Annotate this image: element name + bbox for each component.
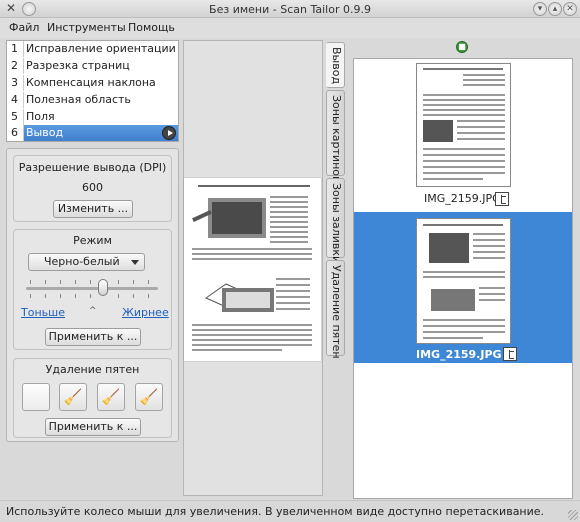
slider-tick	[118, 280, 119, 284]
stage-item-orientation[interactable]: 1 Исправление ориентации	[7, 41, 178, 57]
thumbnail-filename: IMG_2159.JPG	[424, 192, 501, 205]
broom-small-icon[interactable]: 🧹	[59, 383, 87, 411]
slider-tick	[45, 294, 46, 298]
tab-fill-zones[interactable]: Зоны заливки	[326, 178, 345, 263]
mode-title: Режим	[73, 234, 112, 247]
menu-tools[interactable]: Инструменты	[47, 21, 126, 34]
thumbnail-page	[423, 68, 505, 180]
slider-tick	[90, 280, 91, 284]
menu-help[interactable]: Помощь	[128, 21, 175, 34]
slider-tick	[148, 294, 149, 298]
page-layout-icon	[495, 192, 509, 206]
title-bar: ✕ Без имени - Scan Tailor 0.9.9 ▾ ▴ ✕	[0, 0, 580, 18]
slider-tick	[30, 280, 31, 284]
thumbnail-image-selected[interactable]	[416, 218, 511, 344]
broom-medium-icon[interactable]: 🧹	[97, 383, 125, 411]
dpi-value: 600	[82, 181, 103, 194]
scanned-page-image	[192, 185, 312, 351]
slider-tick	[75, 280, 76, 284]
stage-item-content-area[interactable]: 4 Полезная область	[7, 92, 178, 108]
play-icon[interactable]	[162, 126, 176, 140]
thumbnail-filename-selected: IMG_2159.JPG	[416, 348, 502, 361]
mode-select[interactable]: Черно-белый	[28, 253, 145, 271]
tab-despeckling[interactable]: Удаление пятен	[326, 260, 345, 359]
despeckle-apply-button[interactable]: Применить к ...	[45, 418, 141, 436]
slider-tick	[30, 294, 31, 298]
dpi-title: Разрешение вывода (DPI)	[18, 161, 167, 174]
stage-item-output[interactable]: 6 Вывод	[7, 125, 178, 141]
dpi-group: Разрешение вывода (DPI) 600 Изменить ...	[13, 155, 172, 222]
broom-large-icon[interactable]: 🧹	[135, 383, 163, 411]
status-bar: Используйте колесо мыши для увеличения. …	[0, 500, 580, 522]
tab-picture-zones[interactable]: Зоны картинок	[326, 90, 345, 183]
menu-bar: Файл Инструменты Помощь	[0, 18, 580, 38]
thinner-link[interactable]: Тоньше	[21, 306, 65, 319]
slider-tick	[133, 294, 134, 298]
stage-list: 1 Исправление ориентации 2 Разрезка стра…	[6, 40, 179, 142]
stop-processing-icon[interactable]: ■	[456, 41, 468, 53]
stage-item-split-pages[interactable]: 2 Разрезка страниц	[7, 58, 178, 74]
thumbnail-image[interactable]	[416, 63, 511, 187]
mode-apply-button[interactable]: Применить к ...	[45, 328, 141, 346]
page-layout-icon	[503, 347, 517, 361]
status-text: Используйте колесо мыши для увеличения. …	[6, 505, 545, 518]
stage-item-deskew[interactable]: 3 Компенсация наклона	[7, 75, 178, 91]
thumbnail-page-selected	[423, 224, 505, 339]
menu-file[interactable]: Файл	[9, 21, 39, 34]
slider-tick	[133, 280, 134, 284]
slider-tick	[45, 280, 46, 284]
window-title: Без имени - Scan Tailor 0.9.9	[209, 3, 371, 16]
stage-item-margins[interactable]: 5 Поля	[7, 109, 178, 125]
slider-tick	[60, 294, 61, 298]
close-icon[interactable]: ✕	[563, 2, 577, 16]
chevron-down-icon	[131, 260, 139, 265]
slider-tick	[60, 280, 61, 284]
resize-grip[interactable]	[568, 510, 578, 520]
change-dpi-button[interactable]: Изменить ...	[53, 200, 133, 218]
thickness-slider[interactable]	[26, 287, 158, 290]
slider-tick	[148, 280, 149, 284]
caret-up-icon: ^	[89, 306, 97, 316]
minimize-icon[interactable]: ▾	[533, 2, 547, 16]
despeckle-off-button[interactable]	[22, 383, 50, 411]
thicker-link[interactable]: Жирнее	[122, 306, 169, 319]
slider-tick	[90, 294, 91, 298]
despeckle-title: Удаление пятен	[45, 363, 140, 376]
slider-tick	[118, 294, 119, 298]
maximize-icon[interactable]: ▴	[548, 2, 562, 16]
page-preview[interactable]	[184, 178, 321, 361]
slider-tick	[75, 294, 76, 298]
tab-output[interactable]: Вывод	[326, 42, 345, 88]
slider-handle[interactable]	[97, 279, 108, 296]
